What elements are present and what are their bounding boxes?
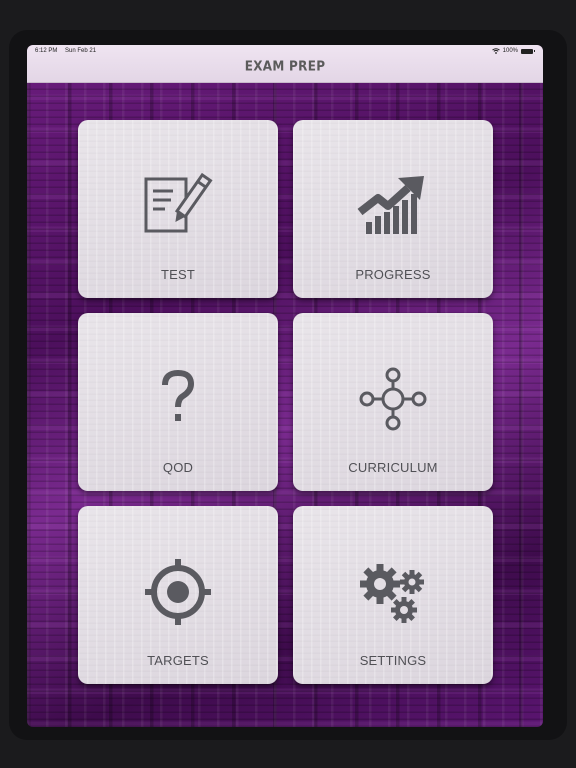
- wifi-icon: [491, 48, 500, 54]
- progress-icon: [357, 176, 424, 234]
- tile-label-test: TEST: [160, 267, 196, 282]
- settings-button[interactable]: SETTINGS: [293, 506, 493, 684]
- status-date: Sun Feb 21: [65, 48, 97, 54]
- tile-label-targets: TARGETS: [147, 653, 209, 668]
- status-time: 6:12 PM: [35, 48, 58, 54]
- header-bar: 6:12 PM Sun Feb 21 100% EXAM PREP: [27, 45, 543, 83]
- tile-label-curriculum: CURRICULUM: [348, 460, 438, 475]
- curriculum-button[interactable]: CURRICULUM: [293, 313, 493, 491]
- tile-label-settings: SETTINGS: [359, 653, 427, 668]
- targets-button[interactable]: TARGETS: [78, 506, 278, 684]
- qod-button[interactable]: QOD: [78, 313, 278, 491]
- gears-icon: [360, 564, 424, 623]
- tile-label-progress: PROGRESS: [355, 267, 431, 282]
- progress-button[interactable]: PROGRESS: [293, 120, 493, 298]
- battery-icon: [521, 48, 535, 54]
- target-icon: [145, 559, 211, 625]
- battery-percent: 100%: [502, 48, 518, 54]
- status-bar-left: 6:12 PM Sun Feb 21: [35, 48, 102, 54]
- question-mark-icon: [162, 369, 195, 421]
- tile-label-qod: QOD: [162, 460, 194, 475]
- app-screen: 6:12 PM Sun Feb 21 100% EXAM PREP TEST P…: [27, 45, 543, 727]
- test-button[interactable]: TEST: [78, 120, 278, 298]
- status-bar-right: 100%: [491, 48, 535, 54]
- page-title: EXAM PREP: [244, 58, 326, 74]
- curriculum-icon: [359, 367, 427, 431]
- test-icon: [144, 172, 213, 233]
